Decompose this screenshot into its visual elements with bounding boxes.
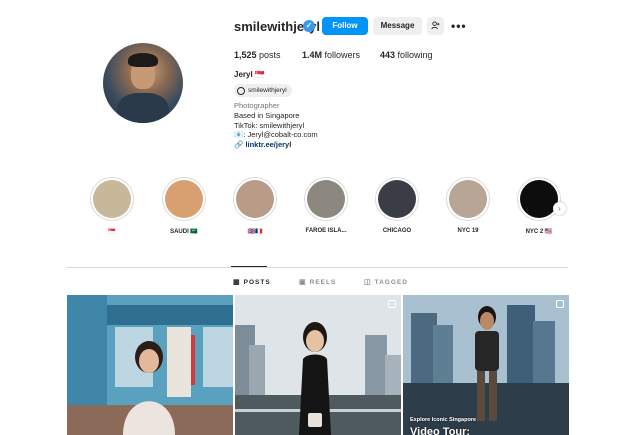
highlight-ring: [304, 177, 348, 221]
highlight-ring: [90, 177, 134, 221]
bio-line: 📧: Jeryl@cobalt-co.com: [234, 130, 318, 139]
carousel-icon: [388, 300, 396, 308]
tab-reels-label: REELS: [309, 278, 337, 286]
post-caption-small: Explore Iconic Singapore: [410, 417, 477, 423]
bio-line: Based in Singapore: [234, 111, 300, 120]
highlight-ring: [446, 177, 490, 221]
bio-link[interactable]: 🔗 linktr.ee/jeryl: [234, 140, 291, 149]
post-image: [235, 295, 401, 435]
followers-count: 1.4M: [302, 50, 323, 60]
tag-icon: ◫: [364, 279, 372, 286]
threads-badge[interactable]: smilewithjeryl: [234, 84, 292, 97]
highlight-label: SAUDI 🇸🇦: [170, 229, 198, 235]
highlight-label: 🇬🇧🇫🇷: [247, 229, 263, 235]
bio-line: TikTok: smilewithjeryl: [234, 121, 305, 130]
followers-label: followers: [324, 50, 361, 60]
tabs-divider: [66, 267, 568, 268]
threads-handle: smilewithjeryl: [248, 87, 287, 94]
highlight-label: NYC 19: [457, 228, 479, 234]
following-stat[interactable]: 443 following: [380, 50, 433, 60]
post-image: [403, 295, 569, 435]
tab-posts-label: POSTS: [243, 278, 271, 286]
display-name: Jeryl 🇸🇬: [234, 70, 265, 79]
highlights-next-icon[interactable]: ›: [553, 202, 566, 215]
story-highlight[interactable]: FAROE ISLA...: [304, 177, 348, 234]
highlight-label: 🇸🇬: [108, 229, 116, 235]
highlight-label: NYC 2 🇺🇸: [525, 229, 553, 235]
story-highlight[interactable]: 🇸🇬: [90, 177, 134, 235]
highlight-ring: [233, 177, 277, 221]
posts-stat: 1,525 posts: [234, 50, 281, 60]
reel-icon: [556, 300, 564, 308]
follow-button[interactable]: Follow: [322, 17, 368, 35]
highlight-ring: [162, 177, 206, 221]
tab-reels[interactable]: ▣ REELS: [299, 278, 337, 287]
highlight-cover: [449, 180, 487, 218]
highlight-cover: [236, 180, 274, 218]
highlight-cover: [165, 180, 203, 218]
highlight-cover: [307, 180, 345, 218]
highlight-label: FAROE ISLA...: [305, 228, 347, 234]
tab-tagged-label: TAGGED: [374, 278, 408, 286]
following-count: 443: [380, 50, 396, 60]
post-image: [67, 295, 233, 435]
message-button[interactable]: Message: [373, 17, 422, 35]
posts-count: 1,525: [234, 50, 257, 60]
post-thumbnail[interactable]: [67, 295, 233, 435]
following-label: following: [397, 50, 433, 60]
story-highlight[interactable]: SAUDI 🇸🇦: [162, 177, 206, 235]
highlight-label: CHICAGO: [382, 228, 412, 234]
story-highlight[interactable]: 🇬🇧🇫🇷: [233, 177, 277, 235]
grid-icon: ▦: [233, 279, 241, 286]
followers-stat[interactable]: 1.4M followers: [302, 50, 360, 60]
posts-label: posts: [259, 50, 281, 60]
tab-posts[interactable]: ▦ POSTS: [233, 278, 271, 287]
link-icon: 🔗: [234, 140, 244, 149]
profile-avatar[interactable]: [103, 43, 183, 123]
profile-category: Photographer: [234, 101, 280, 110]
verified-badge-icon: ✓: [303, 20, 315, 32]
reels-icon: ▣: [299, 279, 307, 286]
more-options-icon[interactable]: •••: [451, 17, 467, 35]
threads-icon: [237, 86, 245, 95]
avatar-shirt: [117, 93, 169, 123]
highlight-cover: [520, 180, 558, 218]
highlight-cover: [378, 180, 416, 218]
add-user-icon: [431, 21, 440, 30]
post-thumbnail[interactable]: [235, 295, 401, 435]
bio-link-text: linktr.ee/jeryl: [245, 140, 292, 149]
post-thumbnail[interactable]: Explore Iconic Singapore Video Tour:: [403, 295, 569, 435]
post-caption-large: Video Tour:: [410, 426, 471, 435]
highlight-ring: [517, 177, 561, 221]
highlight-cover: [93, 180, 131, 218]
active-tab-indicator: [231, 266, 267, 267]
suggest-user-button[interactable]: [427, 17, 444, 35]
avatar-hair: [128, 53, 158, 67]
highlight-ring: [375, 177, 419, 221]
tab-tagged[interactable]: ◫ TAGGED: [364, 278, 408, 287]
story-highlight[interactable]: NYC 19: [446, 177, 490, 234]
story-highlight[interactable]: CHICAGO: [375, 177, 419, 234]
